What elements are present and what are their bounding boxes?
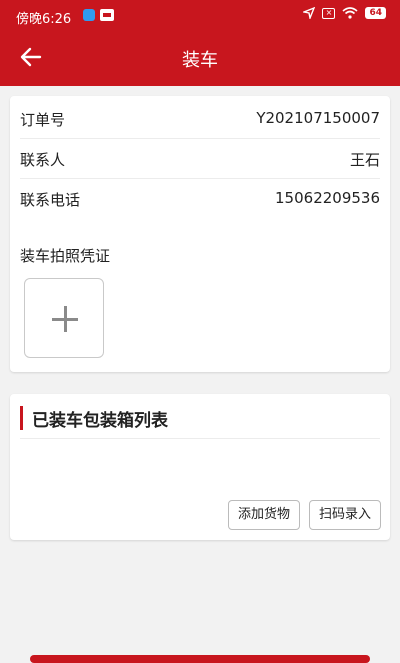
phone-row: 联系电话 15062209536 xyxy=(20,178,380,218)
phone-label: 联系电话 xyxy=(20,191,81,209)
scan-entry-button[interactable]: 扫码录入 xyxy=(309,500,381,530)
app-bar: 装车 xyxy=(0,30,400,86)
order-number-label: 订单号 xyxy=(20,111,66,129)
wifi-icon xyxy=(342,7,358,19)
order-number-row: 订单号 Y202107150007 xyxy=(20,98,380,139)
add-photo-button[interactable] xyxy=(24,278,104,358)
contact-value: 王石 xyxy=(349,151,380,169)
divider xyxy=(20,438,380,439)
status-icons: × 64 xyxy=(303,7,386,19)
bottom-action-button[interactable] xyxy=(30,655,370,663)
order-info-card: 订单号 Y202107150007 联系人 王石 联系电话 1506220953… xyxy=(10,96,390,372)
status-bar: 傍晚6:26 × 64 xyxy=(0,0,400,30)
location-icon xyxy=(303,7,316,19)
order-number-value: Y202107150007 xyxy=(256,109,380,127)
page-title: 装车 xyxy=(182,50,218,71)
battery-icon: 64 xyxy=(365,7,386,19)
photo-proof-label: 装车拍照凭证 xyxy=(20,247,111,265)
section-accent-bar xyxy=(20,406,23,430)
status-time: 傍晚6:26 xyxy=(16,12,72,27)
app-notification-icon xyxy=(83,9,95,21)
contact-row: 联系人 王石 xyxy=(20,138,380,179)
contact-label: 联系人 xyxy=(20,151,66,169)
message-notification-icon xyxy=(100,9,114,21)
add-goods-button[interactable]: 添加货物 xyxy=(228,500,300,530)
packing-list-title: 已装车包装箱列表 xyxy=(32,411,168,431)
phone-value[interactable]: 15062209536 xyxy=(275,189,380,207)
sim-off-icon: × xyxy=(322,7,336,19)
packing-list-card: 已装车包装箱列表 添加货物 扫码录入 xyxy=(10,394,390,540)
